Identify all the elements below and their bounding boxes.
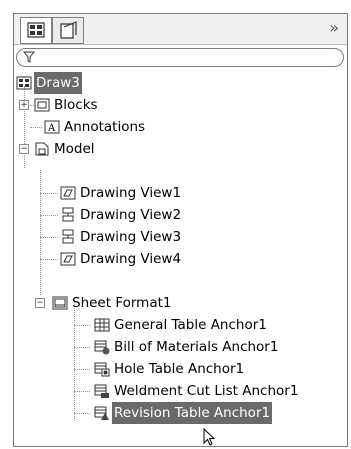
tree-label-drawing-view-2: Drawing View2: [80, 207, 182, 223]
revision-table-icon: [94, 406, 109, 420]
tree-label-drawing-view-1: Drawing View1: [80, 185, 182, 201]
sheet-format-icon: [52, 296, 68, 310]
annotations-icon: A: [44, 120, 60, 134]
tree-label-revision-table-anchor: Revision Table Anchor1: [112, 402, 273, 424]
feature-tree-icon: [27, 22, 45, 38]
collapse-sheet-format-toggle[interactable]: −: [35, 298, 45, 308]
general-table-icon: [94, 318, 110, 332]
expand-blocks-toggle[interactable]: +: [19, 100, 29, 110]
tree-label-general-table-anchor: General Table Anchor1: [114, 317, 267, 333]
tree-label-model: Model: [54, 141, 95, 157]
tree-label-hole-table-anchor: Hole Table Anchor1: [114, 361, 245, 377]
blocks-icon: [34, 98, 50, 112]
tree-label-bom-anchor: Bill of Materials Anchor1: [114, 339, 279, 355]
more-tabs-button[interactable]: »: [329, 18, 339, 37]
model-icon: [35, 142, 49, 156]
bom-table-icon: [94, 340, 110, 355]
drawing-view-icon: [60, 252, 76, 266]
hole-table-icon: [94, 362, 110, 377]
drawing-icon: [16, 76, 32, 90]
tree-label-weldment-anchor: Weldment Cut List Anchor1: [114, 383, 299, 399]
tab-property-manager[interactable]: [52, 17, 84, 44]
tree-label-sheet-format-1: Sheet Format1: [72, 295, 172, 311]
tree-label-annotations: Annotations: [64, 119, 146, 135]
filter-icon: [23, 51, 35, 63]
feature-manager-panel: » Draw3 + Blocks A Annotations − Model D…: [13, 13, 348, 447]
weldment-table-icon: [94, 384, 109, 398]
collapse-model-toggle[interactable]: −: [19, 144, 29, 154]
tree-label-drawing-view-3: Drawing View3: [80, 229, 182, 245]
drawing-view-section-icon: [62, 229, 74, 244]
drawing-view-section-icon: [62, 207, 74, 222]
property-manager-icon: [60, 21, 77, 39]
tab-feature-tree[interactable]: [20, 17, 52, 44]
filter-field[interactable]: [16, 48, 344, 67]
drawing-view-icon: [60, 186, 76, 200]
tree-label-blocks: Blocks: [54, 97, 98, 113]
svg-text:A: A: [47, 123, 56, 134]
tree-label-root: Draw3: [34, 72, 82, 94]
mouse-pointer-icon: [203, 428, 216, 446]
tree-label-drawing-view-4: Drawing View4: [80, 251, 182, 267]
panel-tabs: »: [14, 14, 347, 45]
